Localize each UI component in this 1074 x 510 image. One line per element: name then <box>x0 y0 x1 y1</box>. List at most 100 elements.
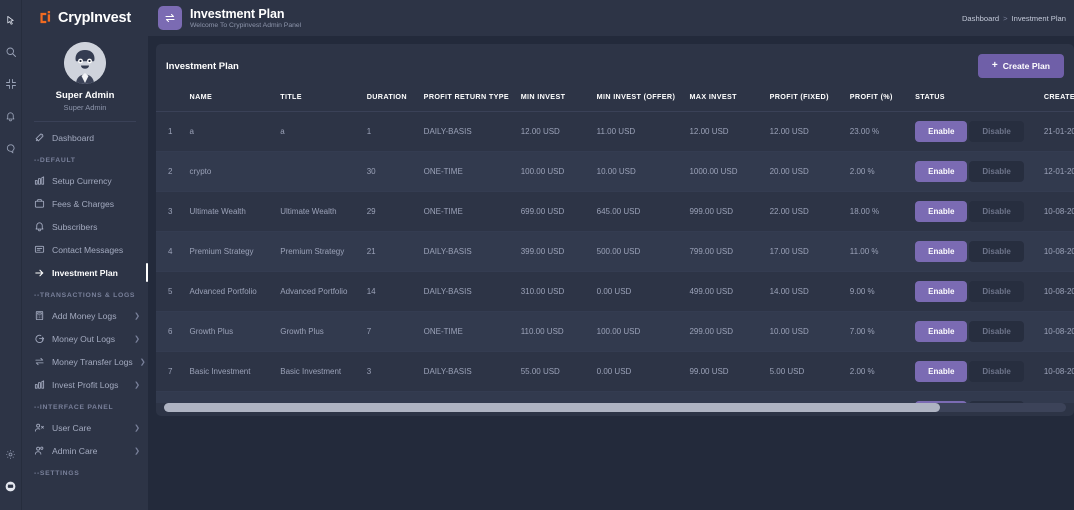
page-subtitle: Welcome To Crypinvest Admin Panel <box>190 22 301 29</box>
disable-button[interactable]: Disable <box>969 161 1023 182</box>
cell-duration: 29 <box>363 192 420 232</box>
sidebar-item-money-transfer-logs[interactable]: Money Transfer Logs ❯ <box>22 350 148 373</box>
th-min-offer: MIN INVEST (OFFER) <box>593 86 686 112</box>
message-icon[interactable] <box>0 132 22 164</box>
disable-button[interactable]: Disable <box>969 121 1023 142</box>
gear-icon[interactable] <box>0 438 22 470</box>
sidebar-item-admin-care[interactable]: Admin Care ❯ <box>22 439 148 462</box>
cell-profit-pct: 18.00 % <box>846 192 911 232</box>
sidebar-item-label: Money Out Logs <box>52 334 127 344</box>
create-plan-button[interactable]: + Create Plan <box>978 54 1064 78</box>
cell-max-invest: 299.00 USD <box>685 312 765 352</box>
cell-min-invest-offer: 24.00 USD <box>593 392 686 404</box>
logout-circle-icon <box>34 333 45 344</box>
sidebar-item-invest-profit-logs[interactable]: Invest Profit Logs ❯ <box>22 373 148 396</box>
scrollbar-thumb[interactable] <box>164 403 940 412</box>
sidebar-item-label: Fees & Charges <box>52 199 140 209</box>
enable-button[interactable]: Enable <box>915 121 967 142</box>
breadcrumb-root[interactable]: Dashboard <box>962 14 999 23</box>
sidebar-item-investment-plan[interactable]: Investment Plan <box>22 261 148 284</box>
cell-return-type: ONE-TIME <box>420 192 517 232</box>
sidebar-item-money-out-logs[interactable]: Money Out Logs ❯ <box>22 327 148 350</box>
disable-button[interactable]: Disable <box>969 241 1023 262</box>
table-row[interactable]: 7Basic InvestmentBasic Investment3DAILY-… <box>156 352 1074 392</box>
cell-title: Growth Plus <box>276 312 362 352</box>
cell-profit-pct: 9.00 % <box>846 272 911 312</box>
main-area: Investment Plan Welcome To Crypinvest Ad… <box>148 0 1074 510</box>
cursor-icon[interactable] <box>0 4 22 36</box>
cell-profit-pct: 7.00 % <box>846 312 911 352</box>
cell-return-type: ONE-TIME <box>420 312 517 352</box>
enable-button[interactable]: Enable <box>915 361 967 382</box>
enable-button[interactable]: Enable <box>915 161 967 182</box>
sidebar-item-subscribers[interactable]: Subscribers <box>22 215 148 238</box>
table-row[interactable]: 5Advanced PortfolioAdvanced Portfolio14D… <box>156 272 1074 312</box>
cell-title: Starter Plan <box>276 392 362 404</box>
sidebar-item-setup-currency[interactable]: Setup Currency <box>22 169 148 192</box>
cell-status: EnableDisable <box>911 352 1040 392</box>
cell-index: 2 <box>156 152 186 192</box>
page-title: Investment Plan <box>190 7 301 21</box>
cell-profit-fixed: 20.00 USD <box>766 152 846 192</box>
cell-max-invest: 499.00 USD <box>685 272 765 312</box>
enable-button[interactable]: Enable <box>915 321 967 342</box>
cell-title: Premium Strategy <box>276 232 362 272</box>
table-row[interactable]: 6Growth PlusGrowth Plus7ONE-TIME110.00 U… <box>156 312 1074 352</box>
plus-icon: + <box>992 61 998 71</box>
th-return-type: PROFIT RETURN TYPE <box>420 86 517 112</box>
currency-icon <box>34 175 45 186</box>
sidebar-item-fees-charges[interactable]: Fees & Charges <box>22 192 148 215</box>
disable-button[interactable]: Disable <box>969 361 1023 382</box>
cell-min-invest-offer: 11.00 USD <box>593 112 686 152</box>
cell-min-invest: 110.00 USD <box>517 312 593 352</box>
status-toggle-group: EnableDisable <box>915 361 1036 382</box>
table-row[interactable]: 8Starter PlanStarter Plan1DAILY-BASIS29.… <box>156 392 1074 404</box>
cell-status: EnableDisable <box>911 272 1040 312</box>
user-settings-icon <box>34 422 45 433</box>
support-icon[interactable] <box>0 470 22 502</box>
enable-button[interactable]: Enable <box>915 241 967 262</box>
search-icon[interactable] <box>0 36 22 68</box>
avatar[interactable] <box>64 42 106 84</box>
status-toggle-group: EnableDisable <box>915 161 1036 182</box>
brand-logo[interactable]: CrypInvest <box>22 0 148 32</box>
sidebar-section-default: --DEFAULT <box>22 149 148 169</box>
table-horizontal-scrollbar[interactable] <box>164 403 1066 412</box>
cell-created-at: 10-08-2023 20:28 PM <box>1040 352 1074 392</box>
status-toggle-group: EnableDisable <box>915 241 1036 262</box>
enable-button[interactable]: Enable <box>915 281 967 302</box>
cell-profit-fixed: 3.00 USD <box>766 392 846 404</box>
cell-min-invest: 29.00 USD <box>517 392 593 404</box>
sidebar-item-user-care[interactable]: User Care ❯ <box>22 416 148 439</box>
bell-icon[interactable] <box>0 100 22 132</box>
cell-index: 3 <box>156 192 186 232</box>
transfer-icon <box>34 356 45 367</box>
disable-button[interactable]: Disable <box>969 281 1023 302</box>
profile-role: Super Admin <box>22 103 148 112</box>
cell-index: 1 <box>156 112 186 152</box>
table-row[interactable]: 2crypto30ONE-TIME100.00 USD10.00 USD1000… <box>156 152 1074 192</box>
cell-index: 7 <box>156 352 186 392</box>
fullscreen-exit-icon[interactable] <box>0 68 22 100</box>
chevron-right-icon: ❯ <box>134 312 140 320</box>
investment-plan-table: NAME TITLE DURATION PROFIT RETURN TYPE M… <box>156 86 1074 403</box>
cell-title: a <box>276 112 362 152</box>
disable-button[interactable]: Disable <box>969 321 1023 342</box>
brand-mark-icon <box>39 10 55 26</box>
cell-duration: 21 <box>363 232 420 272</box>
table-row[interactable]: 3Ultimate WealthUltimate Wealth29ONE-TIM… <box>156 192 1074 232</box>
cell-profit-pct: 2.00 % <box>846 352 911 392</box>
cell-profit-fixed: 17.00 USD <box>766 232 846 272</box>
user-group-icon <box>34 445 45 456</box>
table-row[interactable]: 4Premium StrategyPremium Strategy21DAILY… <box>156 232 1074 272</box>
enable-button[interactable]: Enable <box>915 201 967 222</box>
sidebar-item-contact-messages[interactable]: Contact Messages <box>22 238 148 261</box>
disable-button[interactable]: Disable <box>969 201 1023 222</box>
sidebar-item-add-money-logs[interactable]: Add Money Logs ❯ <box>22 304 148 327</box>
table-scroll-container[interactable]: NAME TITLE DURATION PROFIT RETURN TYPE M… <box>156 86 1074 403</box>
cell-min-invest-offer: 0.00 USD <box>593 352 686 392</box>
table-row[interactable]: 1aa1DAILY-BASIS12.00 USD11.00 USD12.00 U… <box>156 112 1074 152</box>
chevron-right-icon: ❯ <box>134 381 140 389</box>
cell-min-invest: 12.00 USD <box>517 112 593 152</box>
sidebar-item-dashboard[interactable]: Dashboard <box>22 126 148 149</box>
